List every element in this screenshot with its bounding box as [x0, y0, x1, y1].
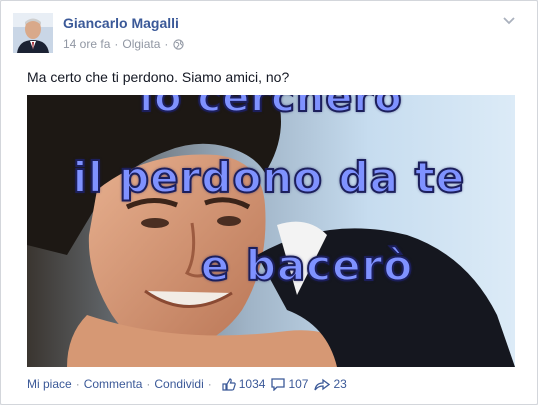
comments-count[interactable]: 107 — [271, 377, 308, 391]
lyric-line: e bacerò — [200, 240, 414, 291]
meta-separator: · — [164, 37, 169, 51]
thumbs-up-icon — [222, 377, 236, 391]
comments-count-value: 107 — [288, 377, 309, 391]
post-text: Ma certo che ti perdono. Siamo amici, no… — [27, 69, 290, 85]
comment-icon — [271, 377, 286, 391]
author-name[interactable]: Giancarlo Magalli — [63, 15, 179, 31]
avatar-image — [13, 13, 53, 53]
author-avatar[interactable] — [13, 13, 53, 53]
share-arrow-icon — [314, 378, 331, 390]
post-card: Giancarlo Magalli 14 ore fa · Olgiata · … — [0, 0, 538, 405]
lyric-line: io cercherò — [138, 95, 403, 122]
post-location[interactable]: Olgiata — [122, 37, 160, 51]
meta-separator: · — [114, 37, 119, 51]
likes-count-value: 1034 — [238, 377, 266, 391]
lyric-line: il perdono da te — [72, 152, 466, 203]
post-timestamp[interactable]: 14 ore fa — [63, 37, 110, 51]
chevron-down-icon[interactable] — [503, 17, 515, 25]
globe-icon[interactable] — [173, 38, 185, 50]
post-meta: 14 ore fa · Olgiata · — [63, 37, 185, 51]
share-link[interactable]: Condividi — [154, 377, 203, 391]
comment-link[interactable]: Commenta — [84, 377, 143, 391]
like-link[interactable]: Mi piace — [27, 377, 72, 391]
karaoke-photo — [27, 95, 515, 367]
action-separator: · — [75, 377, 80, 391]
action-separator: · — [146, 377, 151, 391]
action-separator: · — [207, 377, 212, 391]
likes-count[interactable]: 1034 — [222, 377, 266, 391]
shares-count-value: 23 — [333, 377, 347, 391]
action-bar: Mi piace · Commenta · Condividi · 1034 1… — [27, 377, 347, 391]
post-image[interactable]: io cercherò il perdono da te e bacerò — [27, 95, 515, 367]
shares-count[interactable]: 23 — [314, 377, 347, 391]
